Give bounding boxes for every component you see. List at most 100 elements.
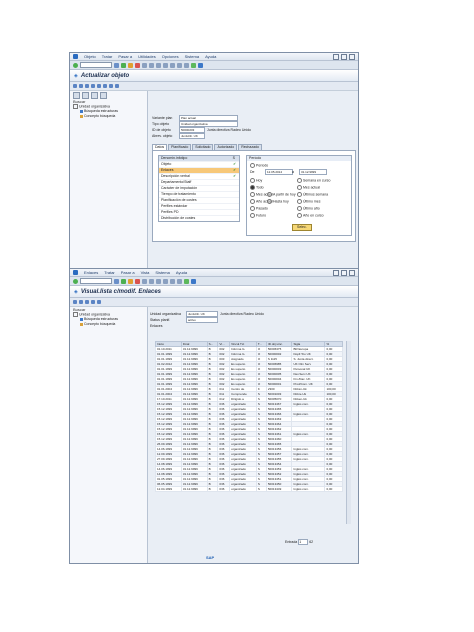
save-icon[interactable] bbox=[114, 278, 119, 284]
tree-item-concepto[interactable]: Concepto búsqueda bbox=[73, 114, 147, 119]
select-button[interactable]: Selec. bbox=[292, 224, 312, 231]
radio-todo[interactable]: Todo bbox=[250, 185, 264, 190]
vertical-scrollbar[interactable] bbox=[346, 341, 351, 524]
new-session-icon[interactable] bbox=[191, 62, 196, 68]
menu-enlaces[interactable]: Enlaces bbox=[84, 270, 98, 275]
change-icon[interactable] bbox=[79, 84, 83, 88]
radio-ultimo-ano[interactable]: Último año bbox=[297, 206, 320, 211]
entry-input[interactable]: 1 bbox=[298, 539, 309, 545]
object-abbrev-input[interactable]: JuntLDir. UK bbox=[179, 133, 205, 139]
cancel-icon[interactable] bbox=[135, 62, 140, 68]
maximize-icon[interactable] bbox=[341, 53, 347, 60]
radio-desde-hoy[interactable]: A partir de hoy bbox=[267, 192, 296, 197]
menu-tratar[interactable]: Tratar bbox=[104, 270, 115, 275]
menu-sistema[interactable]: Sistema bbox=[155, 270, 169, 275]
menu-ayuda[interactable]: Ayuda bbox=[176, 270, 187, 275]
date-from-input[interactable]: 12.05.2014 bbox=[265, 169, 293, 175]
radio-periodo[interactable]: Período bbox=[250, 163, 268, 168]
menu-pasar-a[interactable]: Pasar a bbox=[121, 270, 135, 275]
prev-page-icon[interactable] bbox=[163, 278, 168, 284]
period-box: Período Período De 12.05.2014 a 31.12.99… bbox=[246, 155, 352, 236]
cancel-icon[interactable] bbox=[135, 278, 140, 284]
tree-item-concepto[interactable]: Concepto búsqueda bbox=[73, 322, 147, 327]
find-icon[interactable] bbox=[149, 278, 154, 284]
menu-pasar-a[interactable]: Pasar a bbox=[118, 54, 132, 59]
print-icon[interactable] bbox=[142, 62, 147, 68]
next-page-icon[interactable] bbox=[170, 278, 175, 284]
last-page-icon[interactable] bbox=[177, 278, 182, 284]
radio-futuro[interactable]: Futuro bbox=[250, 213, 266, 218]
entry-label: Entrada bbox=[285, 539, 298, 544]
delete-icon[interactable] bbox=[85, 300, 89, 304]
search-tree: Unidad organizativa Búsqueda estructuras… bbox=[70, 312, 147, 327]
help-icon[interactable] bbox=[191, 278, 196, 284]
print-icon[interactable] bbox=[142, 278, 147, 284]
find-next-icon[interactable] bbox=[156, 62, 161, 68]
radio-ultima-semana[interactable]: Últimos semana bbox=[297, 192, 328, 197]
minimize-icon[interactable] bbox=[333, 269, 339, 276]
field-label: Tipo objeto bbox=[152, 122, 170, 126]
menu-vista[interactable]: Vista bbox=[141, 270, 150, 275]
delimit-icon[interactable] bbox=[97, 84, 101, 88]
radio-ano-curso[interactable]: Año en curso bbox=[297, 213, 324, 218]
save-icon[interactable] bbox=[114, 62, 119, 68]
table-cell: 12.04.1999 bbox=[155, 486, 182, 492]
search-icon[interactable] bbox=[91, 91, 98, 99]
help-icon[interactable] bbox=[198, 62, 203, 68]
first-page-icon[interactable] bbox=[156, 278, 161, 284]
create-icon[interactable] bbox=[85, 84, 89, 88]
collapse-icon[interactable] bbox=[82, 91, 89, 99]
next-page-icon[interactable] bbox=[177, 62, 182, 68]
radio-pasado[interactable]: Pasado bbox=[250, 206, 268, 211]
date-to-input[interactable]: 31.12.9999 bbox=[299, 169, 327, 175]
back-icon[interactable] bbox=[121, 278, 126, 284]
copy-icon[interactable] bbox=[91, 84, 95, 88]
table-row[interactable]: 12.04.1999 31.12.9999 B 036 organizado S 50013… bbox=[155, 486, 343, 492]
radio-hoy[interactable]: Hoy bbox=[250, 178, 262, 183]
radio-mes-actual-2[interactable]: Mes actual bbox=[297, 185, 320, 190]
radio-semana-curso[interactable]: Semana en curso bbox=[297, 178, 330, 183]
close-icon[interactable] bbox=[349, 269, 355, 276]
close-icon[interactable] bbox=[349, 53, 355, 60]
menu-ayuda[interactable]: Ayuda bbox=[205, 54, 216, 59]
prev-page-icon[interactable] bbox=[170, 62, 175, 68]
expand-icon[interactable] bbox=[73, 91, 80, 99]
radio-hasta-hoy[interactable]: Hasta hoy bbox=[267, 199, 289, 204]
menu-utilidades[interactable]: Utilidades bbox=[138, 54, 156, 59]
overview-icon[interactable] bbox=[109, 84, 113, 88]
filter-icon[interactable] bbox=[97, 300, 101, 304]
menu-sistema[interactable]: Sistema bbox=[185, 54, 199, 59]
command-field[interactable] bbox=[80, 62, 112, 68]
table-cell: 0,00 bbox=[324, 486, 343, 492]
minimize-icon[interactable] bbox=[333, 53, 339, 60]
enter-icon[interactable] bbox=[73, 62, 78, 68]
sort-icon[interactable] bbox=[91, 300, 95, 304]
command-field[interactable] bbox=[80, 278, 112, 284]
radio-ultimo-mes[interactable]: Último mes bbox=[297, 199, 321, 204]
last-page-icon[interactable] bbox=[184, 62, 189, 68]
settings-icon[interactable] bbox=[115, 84, 119, 88]
enter-icon[interactable] bbox=[73, 278, 78, 284]
menu-tratar[interactable]: Tratar bbox=[102, 54, 113, 59]
filter-icon[interactable] bbox=[100, 91, 107, 99]
first-page-icon[interactable] bbox=[163, 62, 168, 68]
exit-icon[interactable] bbox=[128, 278, 133, 284]
find-icon[interactable] bbox=[149, 62, 154, 68]
back-icon[interactable] bbox=[121, 62, 126, 68]
exit-icon[interactable] bbox=[128, 62, 133, 68]
new-session-icon[interactable] bbox=[184, 278, 189, 284]
maximize-icon[interactable] bbox=[341, 269, 347, 276]
copy-icon[interactable] bbox=[79, 300, 83, 304]
infotype-row[interactable]: Distribución de costes bbox=[159, 215, 239, 221]
change-icon[interactable] bbox=[73, 300, 77, 304]
display-icon[interactable] bbox=[73, 84, 77, 88]
expander-icon[interactable] bbox=[73, 104, 78, 109]
menu-opciones[interactable]: Opciones bbox=[162, 54, 179, 59]
delete-icon[interactable] bbox=[103, 84, 107, 88]
plan-status-input[interactable]: activo bbox=[186, 317, 218, 323]
expander-icon[interactable] bbox=[73, 312, 78, 317]
sap-logo-icon bbox=[73, 54, 78, 59]
period-title: Período bbox=[247, 156, 351, 161]
menu-objeto[interactable]: Objeto bbox=[84, 54, 96, 59]
table-cell: B bbox=[206, 486, 219, 492]
